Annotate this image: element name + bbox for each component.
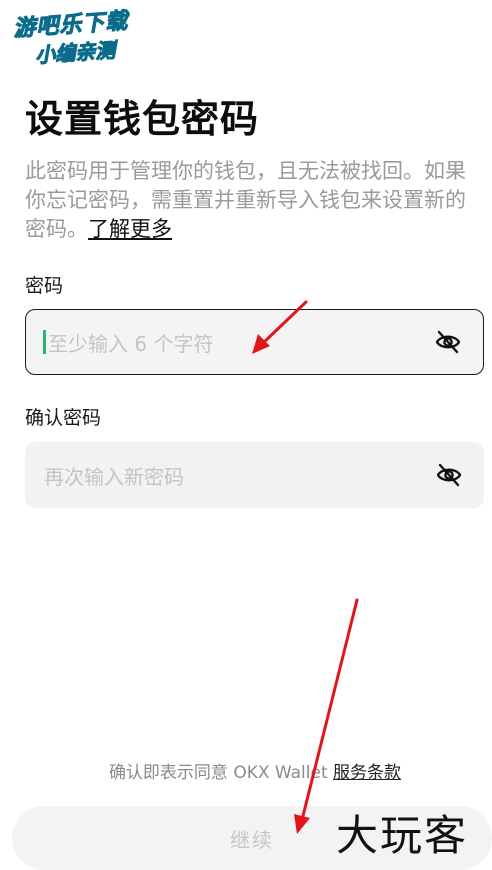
password-placeholder: 至少输入 6 个字符 bbox=[48, 331, 214, 356]
watermark-logo-bottom: 大玩客 bbox=[336, 811, 469, 860]
confirm-password-label: 确认密码 bbox=[25, 407, 102, 429]
terms-text: 确认即表示同意 OKX Wallet 服务条款 bbox=[0, 758, 492, 783]
eye-off-icon[interactable] bbox=[435, 329, 461, 355]
learn-more-link[interactable]: 了解更多 bbox=[88, 217, 172, 241]
eye-off-icon[interactable] bbox=[436, 462, 462, 488]
terms-of-service-link[interactable]: 服务条款 bbox=[333, 763, 401, 783]
confirm-password-placeholder: 再次输入新密码 bbox=[44, 464, 184, 489]
password-label: 密码 bbox=[25, 275, 64, 297]
confirm-password-field[interactable]: 再次输入新密码 bbox=[25, 442, 484, 508]
page-description: 此密码用于管理你的钱包，且无法被找回。如果你忘记密码，需重置并重新导入钱包来设置… bbox=[25, 157, 480, 244]
password-field[interactable]: 至少输入 6 个字符 bbox=[25, 309, 484, 375]
text-caret bbox=[43, 330, 46, 354]
terms-prefix: 确认即表示同意 OKX Wallet bbox=[108, 763, 334, 783]
page-title: 设置钱包密码 bbox=[25, 97, 260, 141]
arrow-to-continue-button bbox=[294, 598, 359, 834]
watermark-logo-top: 游吧乐下载 小编亲测 bbox=[12, 1, 156, 70]
